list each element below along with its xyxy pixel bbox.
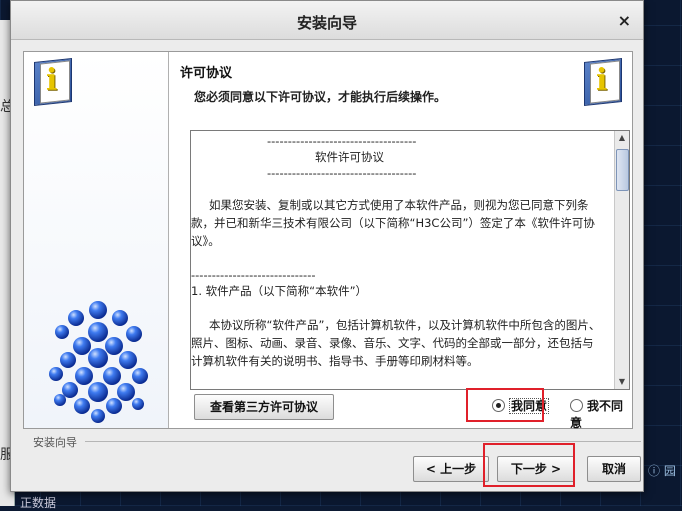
molecule-ball <box>103 367 121 385</box>
license-line: ------------------------------------ <box>267 166 417 180</box>
install-wizard-dialog: 安装向导 × i 许可协议 您必须同意以下许可协议，才能执行后续操作。 i --… <box>10 0 644 492</box>
molecule-ball <box>60 352 76 368</box>
license-line: 如果您安装、复制或以其它方式使用了本软件产品，则视为您已同意下列条 <box>209 198 589 212</box>
highlight-box-next <box>483 443 575 487</box>
molecule-ball <box>132 368 148 384</box>
license-line: ------------------------------ <box>191 268 316 282</box>
molecule-ball <box>88 322 108 342</box>
close-icon[interactable]: × <box>618 11 631 30</box>
molecule-graphic <box>49 301 148 423</box>
molecule-ball <box>119 351 137 369</box>
highlight-box-agree <box>466 388 544 422</box>
background-text: ⓘ 园 <box>648 464 676 478</box>
disagree-option[interactable]: 我不同意 <box>570 397 632 431</box>
license-line: 计算机软件有关的说明书、指导书、手册等印刷材料等。 <box>191 354 479 368</box>
radio-icon[interactable] <box>570 399 583 412</box>
molecule-ball <box>91 409 105 423</box>
scroll-up-icon[interactable]: ▲ <box>616 132 628 144</box>
scroll-down-icon[interactable]: ▼ <box>616 376 628 388</box>
side-panel: i <box>24 52 169 428</box>
license-heading: 软件许可协议 <box>315 150 384 164</box>
license-content: ------------------------------------ 软件许… <box>191 131 615 389</box>
dialog-title: 安装向导 <box>296 14 357 32</box>
info-book-icon: i <box>32 58 76 106</box>
molecule-ball <box>74 398 90 414</box>
molecule-ball <box>105 337 123 355</box>
page-subtitle: 您必须同意以下许可协议，才能执行后续操作。 <box>194 90 447 104</box>
license-line: 照片、图标、动画、录音、录像、音乐、文字、代码的全部或一部分，还包括与 <box>191 336 594 350</box>
molecule-ball <box>89 301 107 319</box>
cancel-button[interactable]: 取消 <box>587 456 641 482</box>
molecule-ball <box>73 337 91 355</box>
molecule-ball <box>126 326 142 342</box>
license-line: 本协议所称“软件产品”，包括计算机软件，以及计算机软件中所包含的图片、 <box>209 318 601 332</box>
license-line: 议》。 <box>191 234 220 248</box>
molecule-ball <box>49 367 63 381</box>
molecule-ball <box>75 367 93 385</box>
license-line: 1. 软件产品（以下简称“本软件”） <box>191 284 368 298</box>
molecule-ball <box>106 398 122 414</box>
info-book-icon: i <box>582 58 626 106</box>
molecule-ball <box>55 325 69 339</box>
molecule-ball <box>54 394 66 406</box>
page-title: 许可协议 <box>180 66 233 81</box>
previous-button[interactable]: < 上一步 <box>413 456 489 482</box>
molecule-ball <box>88 382 108 402</box>
view-third-party-license-button[interactable]: 查看第三方许可协议 <box>194 394 334 420</box>
molecule-ball <box>112 310 128 326</box>
wizard-body: i 许可协议 您必须同意以下许可协议，才能执行后续操作。 i --------- <box>23 51 633 431</box>
license-line: ------------------------------------ <box>267 134 417 148</box>
molecule-ball <box>132 398 144 410</box>
molecule-ball <box>68 310 84 326</box>
molecule-ball <box>62 382 78 398</box>
license-text-area[interactable]: ------------------------------------ 软件许… <box>190 130 630 390</box>
title-bar[interactable]: 安装向导 × <box>11 1 643 40</box>
footer-divider <box>85 441 641 442</box>
molecule-ball <box>88 348 108 368</box>
footer-label: 安装向导 <box>33 436 77 449</box>
scroll-thumb[interactable] <box>616 149 629 191</box>
molecule-ball <box>117 383 135 401</box>
license-line: 款，并已和新华三技术有限公司（以下简称“H3C公司”）签定了本《软件许可协 <box>191 216 595 230</box>
vertical-scrollbar[interactable]: ▲ ▼ <box>614 131 629 389</box>
background-text: 正数据 <box>20 496 57 510</box>
